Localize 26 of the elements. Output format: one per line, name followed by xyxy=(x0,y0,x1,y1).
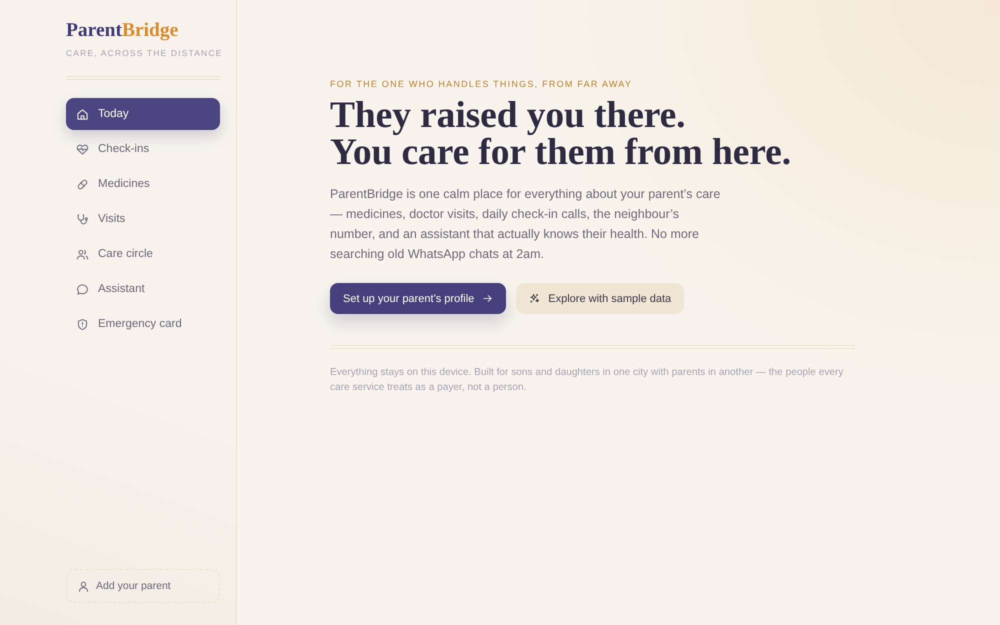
eyebrow-text: FOR THE ONE WHO HANDLES THINGS, FROM FAR AWAY xyxy=(330,78,634,90)
nav-item[interactable]: Emergency card xyxy=(66,308,220,340)
nav-item[interactable]: Today xyxy=(66,98,220,130)
pill-icon xyxy=(76,178,89,190)
shield-icon xyxy=(76,318,89,330)
nav-item[interactable]: Check-ins xyxy=(66,133,220,165)
sample-data-button[interactable]: Explore with sample data xyxy=(516,283,684,314)
heart-pulse-icon xyxy=(76,142,89,156)
footnote-text: Everything stays on this device. Built for sons and daughters in one city with parents in another — the people every care service treats as a payer, not a person. xyxy=(330,366,844,395)
logo-text: ParentBridge xyxy=(66,20,178,42)
hero-heading: They raised you there. You care for them from here. xyxy=(330,97,792,171)
hero-description: ParentBridge is one calm place for everything about your parent’s care — medicines, doctor visits, daily check-in calls, the neighbour’s number, and an assistant that actually knows their health. No more searching old WhatsApp chats at 2am. xyxy=(330,186,722,263)
nav-item[interactable]: Medicines xyxy=(66,168,220,200)
nav-item[interactable]: Visits xyxy=(66,203,220,235)
person-icon xyxy=(77,580,90,592)
nav-item[interactable]: Care circle xyxy=(66,238,220,270)
add-parent-button[interactable]: Add your parent xyxy=(66,569,220,603)
nav-item[interactable]: Assistant xyxy=(66,273,220,305)
tagline: CARE, ACROSS THE DISTANCE xyxy=(66,48,222,59)
stethoscope-icon xyxy=(76,212,89,226)
arrow-right-icon xyxy=(482,293,494,304)
chat-bubble-icon xyxy=(76,282,89,296)
setup-profile-button[interactable]: Set up your parent’s profile xyxy=(330,283,506,314)
sparkle-icon xyxy=(529,293,540,304)
people-icon xyxy=(76,248,89,260)
home-icon xyxy=(76,108,89,120)
